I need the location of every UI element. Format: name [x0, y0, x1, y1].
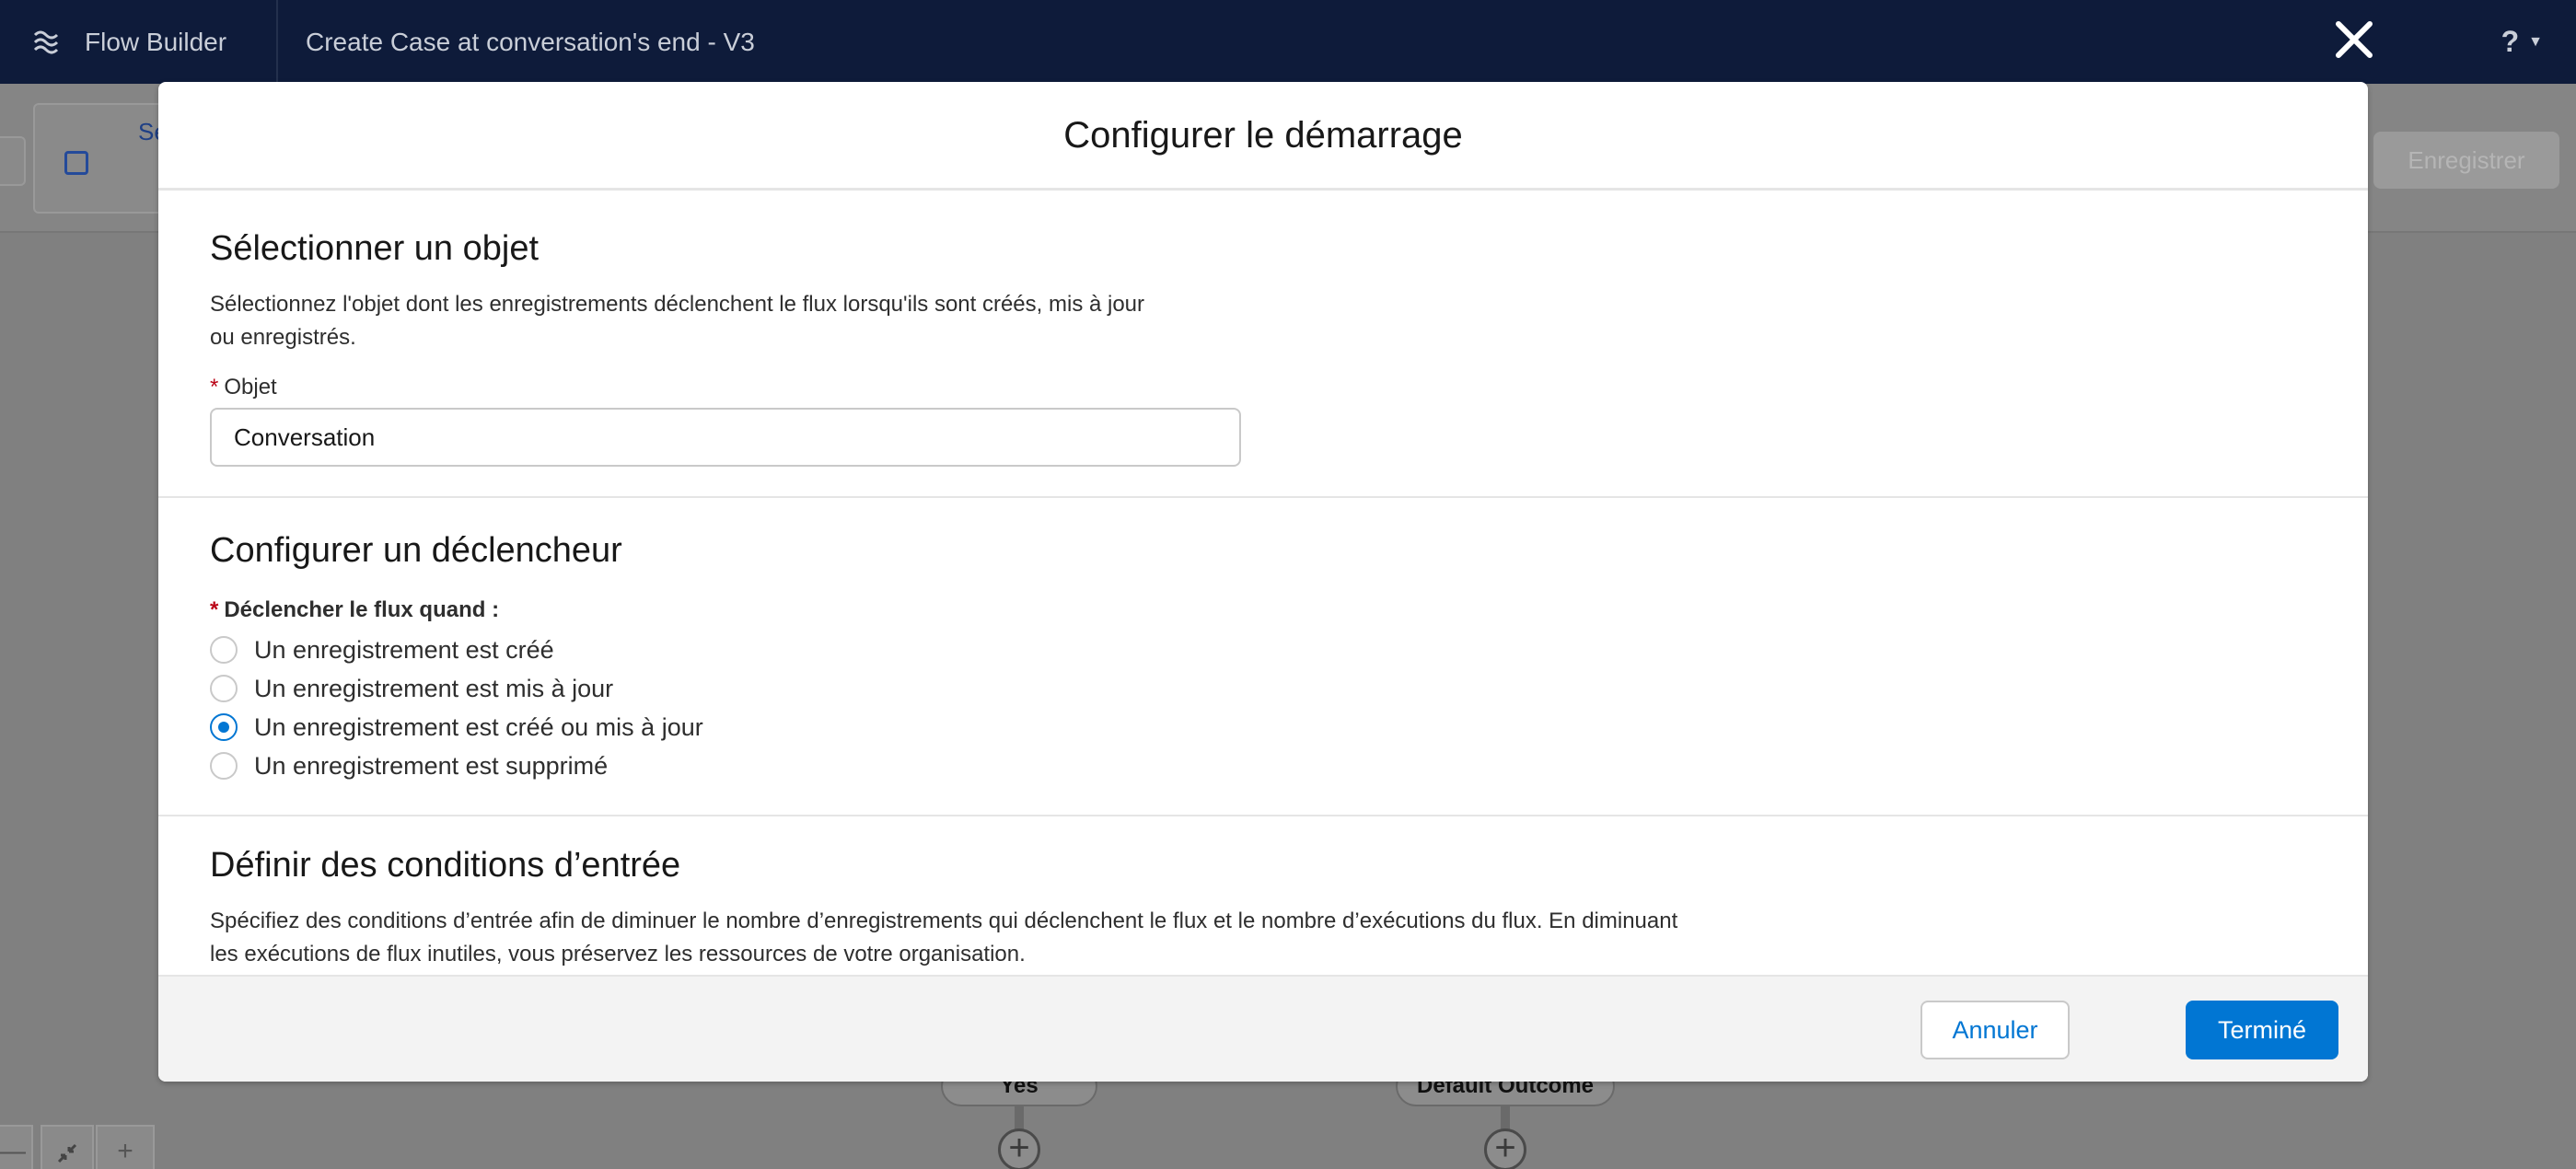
- radio-label: Un enregistrement est créé: [254, 635, 554, 664]
- radio-option-deleted[interactable]: Un enregistrement est supprimé: [210, 748, 608, 783]
- object-field-label: * Objet: [210, 375, 277, 400]
- section-description-line2: les exécutions de flux inutiles, vous pr…: [210, 942, 1026, 966]
- modal-footer: Annuler Terminé: [158, 975, 2368, 1082]
- trigger-label-text: Déclencher le flux quand :: [224, 597, 500, 622]
- cancel-button[interactable]: Annuler: [1920, 1001, 2070, 1059]
- radio-button[interactable]: [210, 752, 238, 780]
- add-element-icon[interactable]: +: [998, 1128, 1040, 1169]
- required-marker: *: [210, 375, 219, 399]
- fit-view-icon: [57, 1143, 77, 1163]
- radio-button[interactable]: [210, 636, 238, 664]
- section-title: Sélectionner un objet: [210, 229, 540, 268]
- section-title: Définir des conditions d’entrée: [210, 846, 681, 885]
- help-menu-button[interactable]: ? ▼: [2501, 0, 2543, 84]
- radio-label: Un enregistrement est mis à jour: [254, 674, 614, 702]
- radio-option-created[interactable]: Un enregistrement est créé: [210, 632, 554, 667]
- header-divider: [276, 0, 278, 84]
- flow-icon: [33, 30, 59, 53]
- flow-title: Create Case at conversation's end - V3: [306, 28, 755, 56]
- trigger-field-label: * Déclencher le flux quand :: [210, 597, 499, 623]
- modal-title: Configurer le démarrage: [158, 82, 2368, 191]
- add-element-icon[interactable]: +: [1484, 1128, 1526, 1169]
- radio-label: Un enregistrement est supprimé: [254, 751, 609, 780]
- radio-option-updated[interactable]: Un enregistrement est mis à jour: [210, 671, 613, 706]
- app-name: Flow Builder: [85, 27, 227, 56]
- close-icon[interactable]: [2331, 17, 2377, 63]
- app-launcher[interactable]: Flow Builder: [28, 0, 226, 84]
- fit-view-button[interactable]: [41, 1125, 94, 1169]
- zoom-in-button[interactable]: +: [96, 1125, 155, 1169]
- radio-option-created-or-updated[interactable]: Un enregistrement est créé ou mis à jour: [210, 710, 703, 745]
- toolbar-toggle-button[interactable]: [0, 136, 26, 186]
- section-title: Configurer un déclencheur: [210, 531, 622, 570]
- modal-body[interactable]: Sélectionner un objet Sélectionnez l'obj…: [158, 191, 2368, 1058]
- configure-start-modal: Configurer le démarrage Sélectionner un …: [158, 82, 2368, 1082]
- required-marker: *: [210, 597, 219, 622]
- done-button[interactable]: Terminé: [2186, 1001, 2338, 1059]
- object-label-text: Objet: [224, 375, 277, 399]
- save-button[interactable]: Enregistrer: [2373, 132, 2559, 189]
- chevron-down-icon: ▼: [2528, 33, 2543, 50]
- radio-label: Un enregistrement est créé ou mis à jour: [254, 712, 703, 741]
- select-checkbox-icon: [64, 151, 88, 175]
- zoom-out-button[interactable]: —: [0, 1125, 33, 1169]
- top-header: Flow Builder Create Case at conversation…: [0, 0, 2576, 84]
- help-icon: ?: [2501, 25, 2520, 58]
- section-description-line1: Spécifiez des conditions d’entrée afin d…: [210, 909, 1678, 933]
- section-description-line2: ou enregistrés.: [210, 325, 356, 350]
- object-input[interactable]: [210, 408, 1241, 467]
- section-description-line1: Sélectionnez l'objet dont les enregistre…: [210, 292, 1145, 317]
- radio-button-selected[interactable]: [210, 713, 238, 741]
- section-select-object: Sélectionner un objet Sélectionnez l'obj…: [158, 191, 2368, 498]
- section-configure-trigger: Configurer un déclencheur * Déclencher le…: [158, 498, 2368, 816]
- radio-button[interactable]: [210, 675, 238, 702]
